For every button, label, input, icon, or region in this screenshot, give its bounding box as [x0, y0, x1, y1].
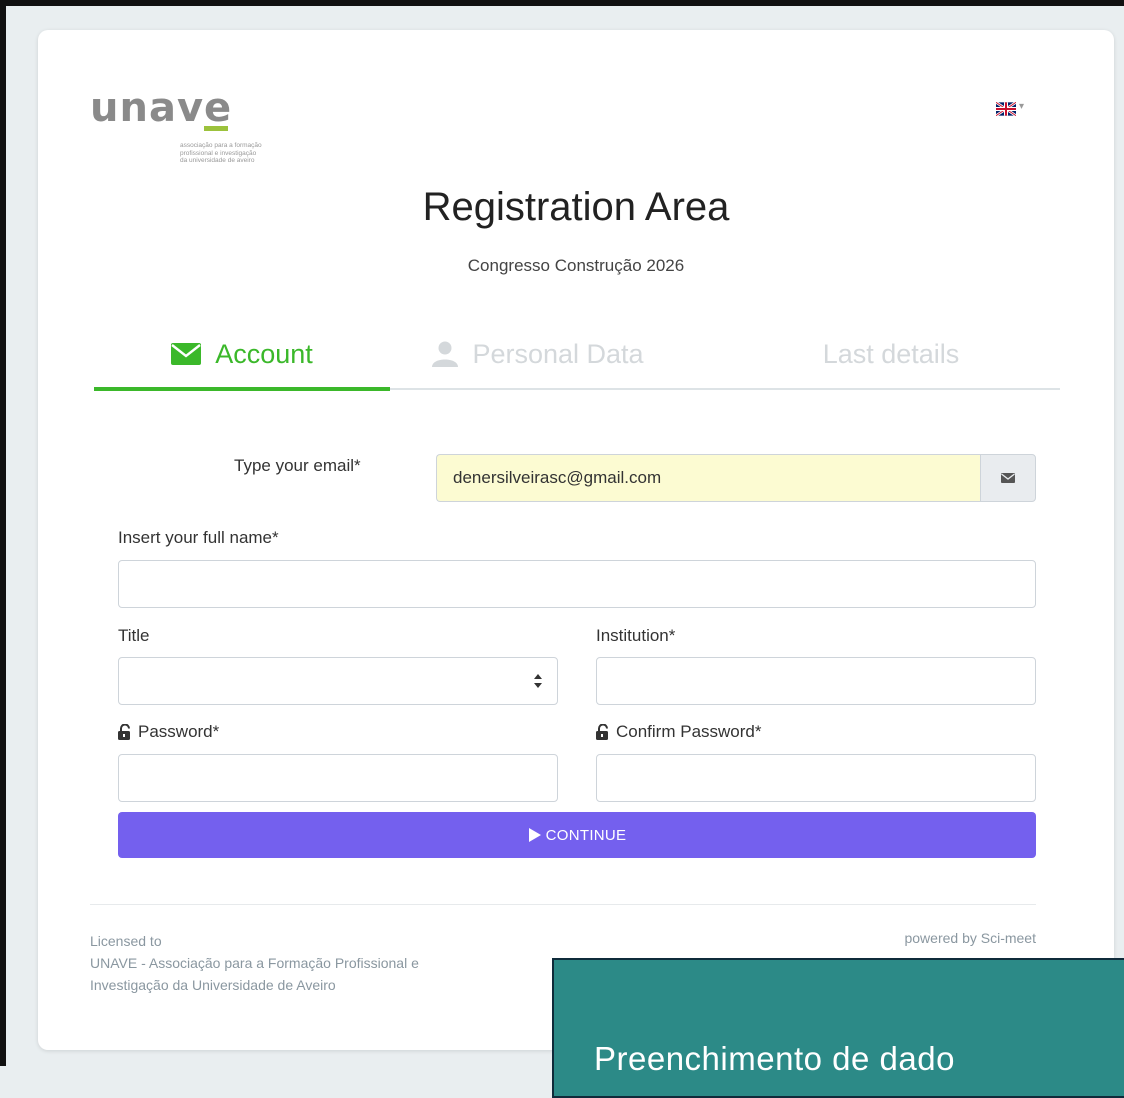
tab-personal-data[interactable]: Personal Data — [390, 320, 686, 388]
full-name-label: Insert your full name* — [118, 528, 279, 547]
continue-button[interactable]: CONTINUE — [118, 812, 1036, 858]
unlock-icon — [118, 724, 130, 740]
footer-divider — [90, 904, 1036, 905]
language-selector[interactable]: ▾ — [996, 98, 1032, 120]
select-arrows-icon — [534, 674, 542, 688]
page-title: Registration Area — [422, 185, 730, 229]
title-label: Title — [118, 626, 150, 645]
logo-word: unave — [90, 85, 233, 131]
window-frame-left — [0, 0, 6, 1066]
caption-overlay: Preenchimento de dado — [552, 958, 1124, 1098]
logo-tagline: associação para a formação profissional … — [180, 142, 262, 164]
registration-card: unave associação para a formação profiss… — [38, 30, 1114, 1050]
licensee-name-line2: Investigação da Universidade de Aveiro — [90, 977, 336, 993]
caption-text: Preenchimento de dado — [594, 1040, 955, 1077]
tab-last-details-label: Last details — [822, 338, 960, 369]
event-subtitle: Congresso Construção 2026 — [467, 256, 685, 275]
licensed-to-label: Licensed to — [90, 933, 162, 949]
password-label: Password* — [118, 722, 219, 742]
tab-last-details[interactable]: Last details — [722, 320, 1060, 388]
email-addon — [980, 454, 1036, 502]
caret-down-icon: ▾ — [1019, 101, 1025, 112]
institution-input[interactable] — [596, 657, 1036, 705]
email-label: Type your email* — [234, 456, 361, 475]
email-input[interactable]: denersilveirasc@gmail.com — [436, 454, 981, 502]
tab-account-label: Account — [215, 338, 313, 369]
full-name-input[interactable] — [118, 560, 1036, 608]
wizard-tabs: Account Personal Data Last details — [94, 320, 1060, 392]
title-select[interactable] — [118, 657, 558, 705]
institution-label: Institution* — [596, 626, 676, 645]
envelope-icon — [1001, 473, 1015, 483]
powered-by-link[interactable]: powered by Sci-meet — [858, 930, 1036, 946]
email-input-value: denersilveirasc@gmail.com — [453, 468, 662, 487]
unlock-icon — [596, 724, 608, 740]
uk-flag-icon — [996, 102, 1016, 116]
window-frame-top — [0, 0, 1124, 6]
confirm-password-label: Confirm Password* — [596, 722, 762, 742]
active-tab-indicator — [94, 387, 390, 391]
envelope-icon — [171, 343, 202, 365]
password-input[interactable] — [118, 754, 558, 802]
continue-button-label: CONTINUE — [545, 826, 627, 844]
licensee-name-line1: UNAVE - Associação para a Formação Profi… — [90, 955, 419, 971]
footer-license: Licensed to UNAVE - Associação para a Fo… — [90, 930, 419, 996]
user-icon — [432, 341, 459, 367]
logo-accent-bar — [204, 126, 228, 131]
tab-personal-data-label: Personal Data — [472, 338, 644, 369]
play-icon — [528, 828, 541, 842]
tab-account[interactable]: Account — [94, 320, 390, 388]
unave-logo: unave associação para a formação profiss… — [90, 84, 310, 164]
confirm-password-input[interactable] — [596, 754, 1036, 802]
